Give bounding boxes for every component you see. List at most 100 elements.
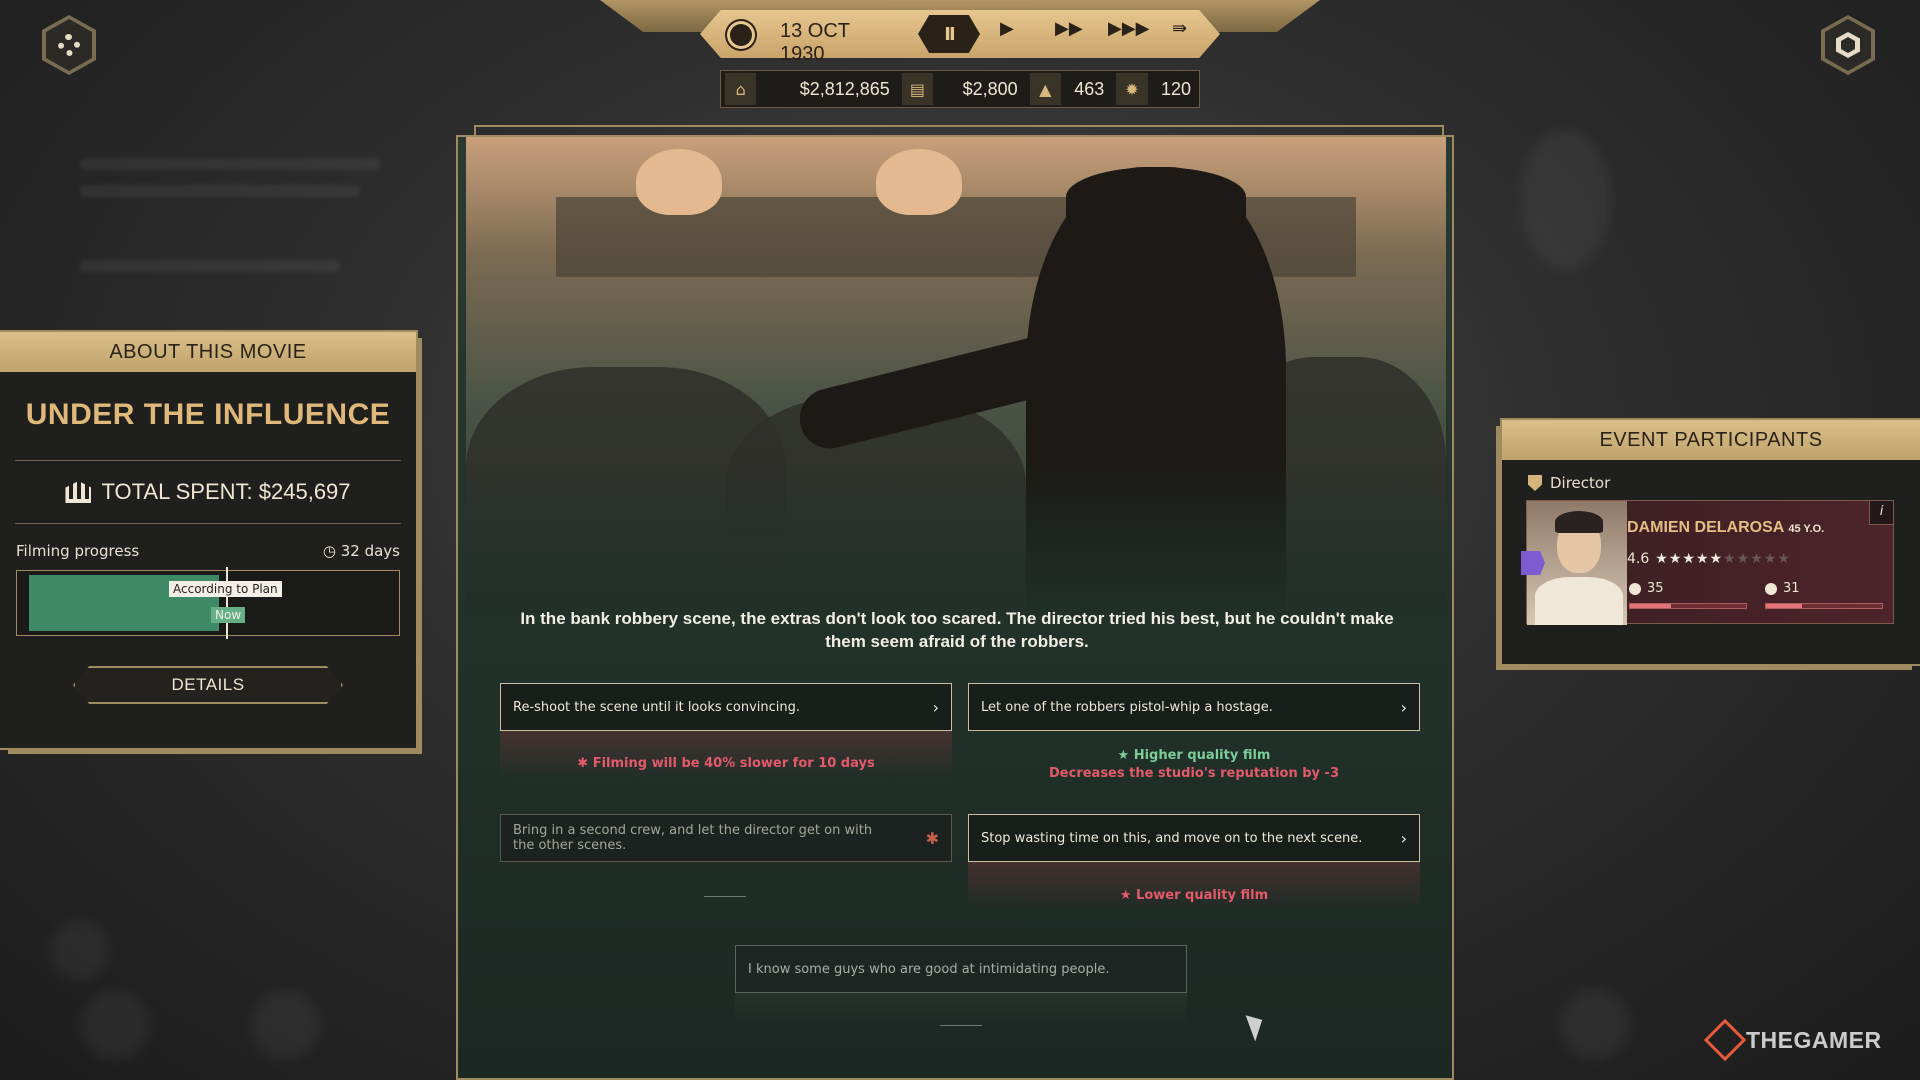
star-rating: ★★★★★★★★★★ [1655, 551, 1791, 567]
choice-effect: Decreases the studio's reputation by -3 [1049, 766, 1339, 781]
bg-blur-text [80, 185, 360, 197]
divider [15, 460, 401, 461]
director-icon [1528, 475, 1542, 491]
total-spent-label: TOTAL SPENT: $245,697 [101, 479, 351, 504]
play-button[interactable]: ▶ [1000, 18, 1014, 39]
stat-value: 31 [1783, 581, 1800, 596]
info-button[interactable]: i [1869, 501, 1893, 525]
event-participants-panel: EVENT PARTICIPANTS Director DAMIEN DELAR… [1500, 418, 1920, 666]
bg-blur-shape [1520, 130, 1610, 270]
aside-option[interactable]: I know some guys who are good at intimid… [735, 945, 1187, 993]
name-text: DAMIEN DELAROSA [1627, 519, 1785, 536]
star-icon: ★ [1119, 888, 1137, 903]
watermark-text: THEGAMER [1746, 1026, 1882, 1053]
total-spent: TOTAL SPENT: $245,697 [0, 479, 416, 505]
cash-value: $2,800 [962, 78, 1018, 99]
divider [940, 1025, 982, 1026]
fame-value: 120 [1160, 78, 1191, 99]
divider [15, 523, 401, 524]
stat-one: 35 [1629, 581, 1664, 596]
choice-label: Stop wasting time on this, and move on t… [981, 830, 1363, 846]
stat-icon [1629, 582, 1641, 595]
participant-rating: 4.6 ★★★★★★★★★★ [1627, 551, 1791, 567]
star-icon: ★ [1723, 551, 1737, 567]
clock-icon: ◷ [322, 542, 341, 560]
bg-blur-text [80, 260, 340, 272]
filming-progress-row: Filming progress ◷ 32 days [0, 542, 416, 560]
settings-button[interactable] [42, 15, 96, 75]
stat-fill [1630, 604, 1671, 608]
bg-blur-shape [80, 990, 150, 1060]
warning-icon: ✱ [577, 756, 593, 771]
lamp-shape [876, 149, 962, 215]
choice-move-on[interactable]: Stop wasting time on this, and move on t… [968, 814, 1420, 862]
event-illustration [466, 137, 1446, 617]
star-icon: ★ [1655, 551, 1669, 567]
days-value: 32 days [340, 542, 400, 560]
about-movie-panel: ABOUT THIS MOVIE UNDER THE INFLUENCE TOT… [0, 330, 418, 750]
participant-card[interactable]: DAMIEN DELAROSA 45 Y.O. 4.6 ★★★★★★★★★★ 35… [1521, 500, 1894, 625]
faster-forward-button[interactable]: ▶▶▶ [1108, 18, 1150, 39]
sun-icon [730, 24, 752, 46]
stat-two-bar [1765, 603, 1883, 609]
chevron-right-icon: › [932, 697, 939, 717]
effect-text: Higher quality film [1133, 748, 1271, 763]
bank-icon [65, 481, 92, 503]
role-label: Director [1550, 474, 1611, 492]
scene-fade [466, 457, 1446, 617]
according-to-plan-tag: According to Plan [169, 581, 282, 597]
robber-hat-silhouette [1066, 167, 1246, 227]
locked-icon: ✱ [925, 828, 939, 848]
pause-button[interactable]: II [918, 15, 980, 53]
choice-label: Let one of the robbers pistol-whip a hos… [981, 699, 1273, 715]
reputation-value: 463 [1074, 78, 1105, 99]
money-value: $2,812,865 [799, 78, 890, 99]
rating-value: 4.6 [1627, 551, 1650, 567]
filming-progress-bar: According to Plan Now [16, 567, 400, 639]
current-date: 13 OCT 1930 [780, 20, 850, 65]
choice-effect: ✱ Filming will be 40% slower for 10 days [500, 755, 952, 773]
now-marker [226, 567, 228, 639]
star-icon: ★ [1682, 551, 1696, 567]
aside-fade [735, 993, 1187, 1029]
effect-text: Filming will be 40% slower for 10 days [592, 756, 875, 771]
fast-forward-button[interactable]: ▶▶ [1055, 18, 1083, 39]
portrait-body [1535, 577, 1623, 625]
bg-blur-shape [1560, 990, 1630, 1060]
choice-reshoot[interactable]: Re-shoot the scene until it looks convin… [500, 683, 952, 731]
skip-button[interactable]: ⇛ [1172, 18, 1187, 39]
details-button[interactable]: DETAILS [73, 666, 343, 704]
star-icon: ✹ [1116, 73, 1148, 105]
thegamer-logo-icon [1703, 1018, 1747, 1062]
hexagon-icon [1836, 32, 1860, 58]
chevron-right-icon: › [1400, 697, 1407, 717]
stat-one-bar [1629, 603, 1747, 609]
stat-fill [1766, 604, 1802, 608]
bank-icon: ⌂ [725, 73, 757, 105]
event-panel: In the bank robbery scene, the extras do… [456, 135, 1454, 1080]
resource-bar: ⌂ $2,812,865 ▤ $2,800 ▲ 463 ✹ 120 [720, 70, 1200, 108]
star-icon: ★ [1777, 551, 1791, 567]
bg-blur-shape [250, 990, 320, 1060]
divider [704, 896, 746, 897]
pause-icon: II [944, 23, 955, 45]
choice-second-crew: Bring in a second crew, and let the dire… [500, 814, 952, 862]
choice-effect: ★ Lower quality film [968, 887, 1420, 905]
effect-text: Lower quality film [1136, 888, 1269, 903]
reputation-icon: ▲ [1029, 73, 1061, 105]
gear-icon [58, 34, 80, 56]
about-movie-header: ABOUT THIS MOVIE [0, 332, 416, 372]
stat-value: 35 [1647, 581, 1664, 596]
star-icon: ★ [1763, 551, 1778, 567]
filming-progress-label: Filming progress [16, 542, 140, 560]
age-text: 45 Y.O. [1788, 523, 1825, 535]
star-icon: ★ [1695, 551, 1710, 567]
studio-menu-button[interactable] [1821, 15, 1875, 75]
bg-blur-text [80, 158, 380, 170]
days-remaining: ◷ 32 days [323, 542, 400, 560]
star-icon: ★ [1668, 551, 1683, 567]
star-icon: ★ [1736, 551, 1751, 567]
movie-title: UNDER THE INFLUENCE [25, 398, 391, 431]
participant-name: DAMIEN DELAROSA 45 Y.O. [1627, 519, 1824, 537]
choice-pistol-whip[interactable]: Let one of the robbers pistol-whip a hos… [968, 683, 1420, 731]
